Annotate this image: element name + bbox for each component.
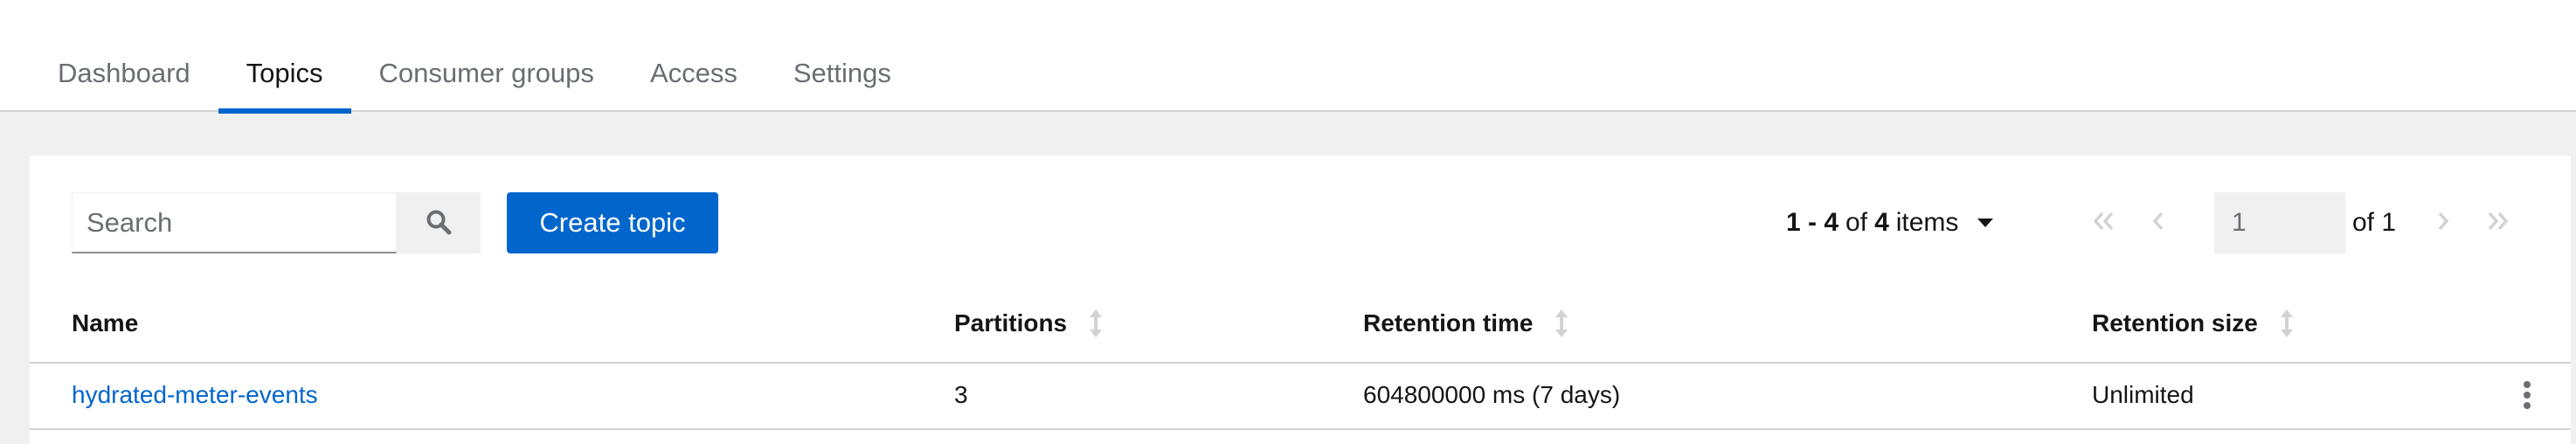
first-page-icon bbox=[2091, 206, 2117, 240]
page-count-label: of 1 bbox=[2352, 208, 2397, 237]
column-header-retention-size[interactable]: Retention size bbox=[2092, 309, 2293, 337]
pagination-range: 1 - 4 bbox=[1786, 208, 1839, 237]
create-topic-button[interactable]: Create topic bbox=[507, 192, 718, 253]
search-button[interactable] bbox=[397, 192, 481, 253]
sort-icon bbox=[2280, 309, 2293, 337]
sort-icon bbox=[1090, 309, 1103, 337]
column-header-label: Retention time bbox=[1363, 309, 1534, 336]
pagination-of-label: of bbox=[1845, 208, 1868, 237]
table-header-divider bbox=[30, 362, 2571, 364]
caret-down-icon bbox=[1977, 219, 1994, 227]
column-header-name: Name bbox=[72, 309, 138, 337]
search-group bbox=[72, 192, 481, 253]
tab-access[interactable]: Access bbox=[622, 44, 765, 112]
tab-settings[interactable]: Settings bbox=[765, 44, 919, 112]
kebab-icon bbox=[2523, 380, 2531, 413]
column-header-label: Retention size bbox=[2092, 309, 2258, 336]
search-icon bbox=[426, 209, 452, 238]
pagination-total: 4 bbox=[1874, 208, 1889, 237]
topic-name-link[interactable]: hydrated-meter-events bbox=[72, 381, 318, 409]
table-row-divider bbox=[30, 428, 2571, 430]
column-header-partitions[interactable]: Partitions bbox=[954, 309, 1103, 337]
search-input[interactable] bbox=[72, 192, 397, 253]
pagination-items-label: items bbox=[1895, 208, 1959, 237]
partitions-cell: 3 bbox=[954, 381, 968, 408]
page-number-input[interactable] bbox=[2214, 192, 2345, 253]
tabs-header: Dashboard Topics Consumer groups Access … bbox=[0, 0, 2576, 114]
last-page-icon bbox=[2484, 206, 2510, 240]
prev-page-button[interactable] bbox=[2137, 192, 2179, 253]
sort-icon bbox=[1555, 309, 1568, 337]
column-header-retention-time[interactable]: Retention time bbox=[1363, 309, 1568, 337]
tab-topics[interactable]: Topics bbox=[218, 44, 351, 114]
last-page-button[interactable] bbox=[2476, 192, 2518, 253]
tab-consumer-groups[interactable]: Consumer groups bbox=[351, 44, 622, 112]
retention-size-cell: Unlimited bbox=[2092, 381, 2194, 408]
column-header-label: Name bbox=[72, 309, 139, 336]
retention-time-cell: 604800000 ms (7 days) bbox=[1363, 381, 1621, 408]
prev-page-icon bbox=[2150, 206, 2167, 240]
pagination-options-toggle[interactable]: 1 - 4 of 4 items bbox=[1786, 192, 1994, 253]
column-header-label: Partitions bbox=[954, 309, 1068, 336]
tab-dashboard[interactable]: Dashboard bbox=[30, 44, 218, 112]
next-page-icon bbox=[2434, 206, 2452, 240]
next-page-button[interactable] bbox=[2422, 192, 2464, 253]
topics-card: Create topic 1 - 4 of 4 items of 1 bbox=[30, 156, 2571, 444]
row-actions-button[interactable] bbox=[2510, 379, 2545, 414]
first-page-button[interactable] bbox=[2083, 192, 2125, 253]
tab-list: Dashboard Topics Consumer groups Access … bbox=[30, 44, 919, 114]
